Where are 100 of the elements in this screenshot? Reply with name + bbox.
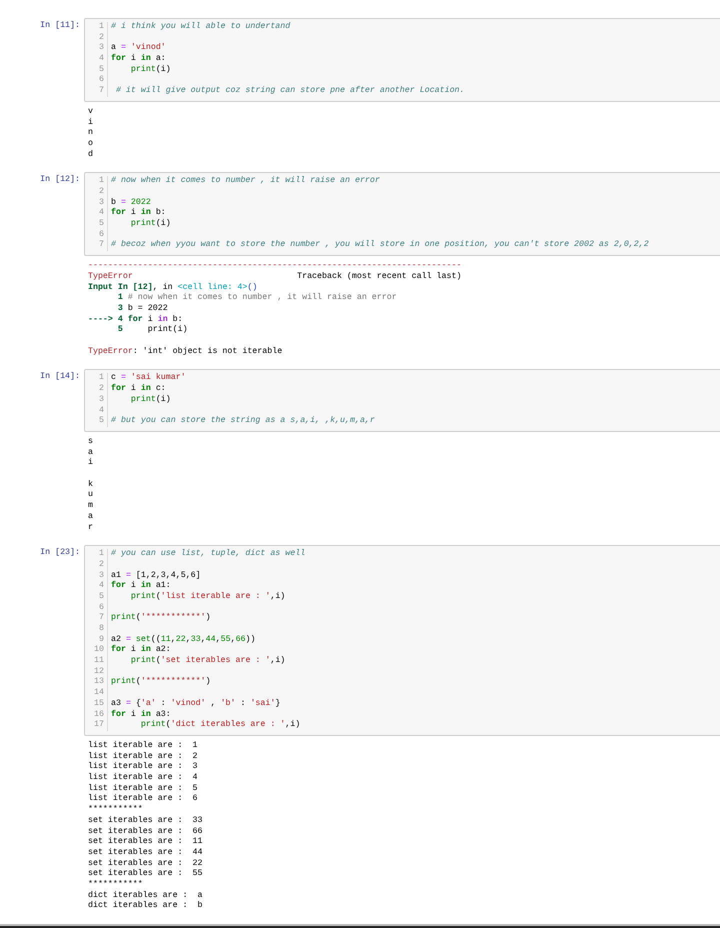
cell-prompt: In [23]: xyxy=(39,547,81,559)
line-number: 8 xyxy=(99,624,104,635)
output-line: s xyxy=(88,436,94,448)
line-number: 10 xyxy=(94,645,104,656)
line-number: 7 xyxy=(99,613,104,624)
code-line: # it will give output coz string can store pne after another Location. xyxy=(114,86,465,97)
output-line: list iterable are : 5 xyxy=(88,784,199,794)
line-number: 1 xyxy=(99,549,104,560)
output-line: *********** xyxy=(88,805,144,816)
code-line: for i in b: xyxy=(111,208,167,219)
output-line: i xyxy=(88,458,94,469)
line-number: 9 xyxy=(99,634,104,646)
traceback-line: TypeError Traceback (most recent call last) xyxy=(88,272,462,283)
line-number: 13 xyxy=(94,677,104,688)
code-line: for i in a: xyxy=(111,54,167,65)
cell-prompt: In [12]: xyxy=(39,174,81,186)
code-cell[interactable] xyxy=(84,172,720,256)
code-line: for i in c: xyxy=(111,384,167,395)
line-number: 2 xyxy=(99,560,104,571)
traceback-line: 1 # now when it comes to number , it will raise an error xyxy=(116,293,398,304)
line-number: 3 xyxy=(99,570,104,582)
cell-prompt: In [14]: xyxy=(39,371,81,384)
output-line: set iterables are : 22 xyxy=(88,858,204,869)
line-number: 6 xyxy=(99,230,104,240)
code-line: # you can use list, tuple, dict as well xyxy=(111,549,306,560)
code-line: b = 2022 xyxy=(111,198,152,208)
traceback-line: 5 print(i) xyxy=(116,325,189,336)
output-line: v xyxy=(88,106,94,118)
output-line: k xyxy=(88,480,94,490)
code-line: print(i) xyxy=(130,64,172,76)
output-line: list iterable are : 3 xyxy=(88,762,199,773)
output-line: list iterable are : 1 xyxy=(88,740,199,752)
output-line: dict iterables are : a xyxy=(88,890,204,901)
line-number: 5 xyxy=(99,592,104,603)
line-number: 2 xyxy=(99,32,104,44)
code-line: print('list iterable are : ',i) xyxy=(130,592,286,603)
code-line: print('dict iterables are : ',i) xyxy=(140,720,302,731)
output-line: u xyxy=(88,490,94,502)
line-number: 5 xyxy=(99,64,104,76)
line-number: 7 xyxy=(99,86,104,97)
output-line: a xyxy=(88,512,94,522)
line-number: 1 xyxy=(99,373,104,384)
line-number: 1 xyxy=(99,22,104,33)
code-line: print('set iterables are : ',i) xyxy=(130,656,286,667)
code-line: a1 = [1,2,3,4,5,6] xyxy=(111,570,202,580)
line-number: 5 xyxy=(99,416,104,427)
line-number: 17 xyxy=(94,720,104,731)
line-number: 4 xyxy=(99,581,104,592)
line-number: 6 xyxy=(99,602,104,614)
output-line: n xyxy=(88,128,94,139)
code-line: c = 'sai kumar' xyxy=(111,373,187,384)
code-cell[interactable]: 1 2 3 4 5 6 7 # i think you will able to undertand a = 'vinod' for i in a: print(i) # it will give output coz string can store pne after another Location. xyxy=(84,18,720,102)
traceback-line: --------------------------------------------------------------------------- xyxy=(88,261,462,272)
output-line: set iterables are : 33 xyxy=(88,816,204,827)
line-number: 3 xyxy=(99,394,104,406)
line-number: 16 xyxy=(94,710,104,720)
output-line: d xyxy=(88,150,94,160)
code-line: for i in a2: xyxy=(111,645,172,656)
code-line: print('***********') xyxy=(111,677,212,688)
code-line: # becoz when yyou want to store the number , you will store in one position, you can't store 2002 as 2,0,2,2 xyxy=(111,240,649,252)
code-line: a2 = set((11,22,33,44,55,66)) xyxy=(111,634,257,644)
code-line: for i in a1: xyxy=(111,581,172,592)
line-number: 4 xyxy=(99,208,104,220)
output-line: set iterables are : 55 xyxy=(88,869,204,880)
output-line: i xyxy=(88,118,94,128)
line-number: 6 xyxy=(99,75,104,86)
line-number: 1 xyxy=(99,176,104,188)
line-number: 3 xyxy=(99,43,104,54)
line-number: 3 xyxy=(99,198,104,208)
line-number: 15 xyxy=(94,698,104,710)
code-line: # but you can store the string as a s,a,i, ,k,u,m,a,r xyxy=(111,416,375,427)
output-line: list iterable are : 6 xyxy=(88,794,199,805)
line-number: 11 xyxy=(94,656,104,667)
output-line: list iterable are : 4 xyxy=(88,773,199,784)
output-line: set iterables are : 66 xyxy=(88,826,204,837)
traceback-line: 3 b = 2022 xyxy=(116,304,169,314)
traceback-line: ----> 4 for i in b: xyxy=(88,314,184,325)
output-line: o xyxy=(88,138,94,150)
code-cell[interactable] xyxy=(84,545,720,736)
output-line: m xyxy=(88,501,94,512)
traceback-line: Input In [12], in <cell line: 4>() xyxy=(88,282,258,293)
code-line: # i think you will able to undertand xyxy=(111,22,292,33)
code-line: for i in a3: xyxy=(111,710,172,720)
output-line: r xyxy=(88,522,94,534)
code-line: a3 = {'a' : 'vinod' , 'b' : 'sai'} xyxy=(111,698,282,710)
output-line: a xyxy=(88,448,94,458)
line-number: 4 xyxy=(99,406,104,416)
line-number: 4 xyxy=(99,54,104,65)
line-number: 12 xyxy=(94,666,104,678)
output-line: *********** xyxy=(88,880,144,891)
code-line: print('***********') xyxy=(111,613,212,624)
cell-prompt: In [11]: xyxy=(39,20,81,32)
output-line: set iterables are : 44 xyxy=(88,848,204,859)
line-number: 14 xyxy=(94,688,104,699)
code-line: print(i) xyxy=(130,394,172,406)
line-number: 7 xyxy=(99,240,104,252)
line-number: 5 xyxy=(99,219,104,230)
code-line: print(i) xyxy=(130,219,172,230)
code-cell[interactable]: 1 2 3 4 5 c = 'sai kumar' for i in c: print(i) # but you can store the string as a s,a,i, ,k,u,m,a,r xyxy=(84,369,720,432)
code-line: a = 'vinod' xyxy=(111,43,167,54)
